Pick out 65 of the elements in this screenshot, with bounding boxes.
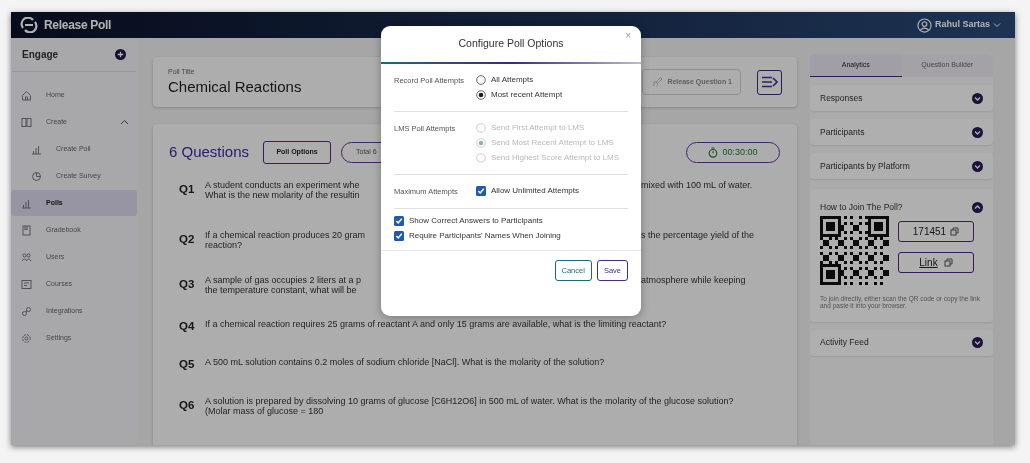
option-text: All Attempts — [491, 74, 534, 86]
section-title[interactable]: Responses — [820, 91, 863, 105]
question-text: A 500 mL solution contains 0.2 moles of sodium chloride [NaCl]. What is the molarity of the solution? — [205, 356, 606, 367]
question-number: Q5 — [179, 357, 196, 371]
app-name: Release Poll — [44, 17, 112, 34]
checkbox[interactable] — [394, 231, 404, 241]
chevron-down-icon — [993, 22, 1001, 28]
option-text: Send Most Recent Attempt to LMS — [491, 137, 614, 149]
home-icon — [21, 89, 32, 101]
section-title[interactable]: How to Join The Poll? — [820, 201, 903, 214]
question-number: Q1 — [179, 182, 196, 196]
sidebar-title: Engage — [22, 48, 59, 62]
option-text: Show Correct Answers to Participants — [409, 215, 543, 227]
question-text: If a chemical reaction requires 25 grams of reactant A and only 15 grams are available, what is the limiting reactant? — [205, 318, 668, 329]
question-text: A student conducts an experiment whe — [205, 180, 361, 190]
question-text: A solution is prepared by dissolving 10 grams of glucose [C6H12O6] in 500 mL of water. What is the molarity of the glucose solution? (Molar mass of glucose = 180 — [205, 396, 735, 416]
checkbox[interactable] — [476, 186, 486, 196]
bar-chart-icon — [31, 143, 42, 155]
option-text: Require Participants' Names When Joining — [409, 230, 561, 242]
qr-code — [820, 215, 889, 285]
link-button[interactable]: Link — [898, 251, 974, 273]
question-text: If a chemical reaction produces 20 gram — [205, 230, 367, 240]
copy-icon — [943, 257, 953, 267]
code-button[interactable]: 171451 — [898, 220, 974, 242]
question-text: mixed with 100 mL of water. — [641, 180, 753, 190]
question-number: Q2 — [179, 232, 196, 246]
question-text: s the percentage yield of the — [641, 230, 755, 240]
copy-icon — [950, 226, 960, 236]
option-text: Allow Unlimited Attempts — [491, 185, 580, 197]
question-text: What is the new molarity of the resultin — [205, 190, 361, 200]
section-title[interactable]: Activity Feed — [820, 336, 869, 350]
logo-icon — [19, 17, 39, 33]
add-icon[interactable] — [115, 49, 126, 60]
question-text: atmosphere while keeping — [641, 275, 746, 285]
users-icon — [21, 251, 32, 263]
poll-title: Chemical Reactions — [168, 77, 302, 98]
radio-button[interactable] — [476, 90, 486, 100]
pie-chart-icon — [31, 170, 42, 182]
book-icon — [21, 224, 32, 236]
section-title[interactable]: Participants — [820, 125, 865, 139]
questions-count: 6 Questions — [169, 142, 251, 163]
link-icon — [21, 305, 32, 317]
question-text: A sample of gas occupies 2 liters at a p — [205, 275, 363, 285]
user-menu[interactable]: Rahul Sartas — [916, 17, 1001, 33]
user-icon — [916, 17, 932, 33]
dialog-title: Configure Poll Options — [458, 36, 564, 52]
option-text: Most recent Attempt — [491, 89, 563, 101]
close-button[interactable]: × — [625, 31, 631, 41]
bar-chart-icon — [21, 197, 32, 209]
menu-arrow-icon — [761, 76, 778, 88]
question-text: the temperature constant, what will be — [205, 285, 358, 295]
checkbox[interactable] — [394, 216, 404, 226]
question-number: Q3 — [179, 277, 196, 291]
question-text: reaction? — [205, 240, 244, 250]
question-number: Q4 — [179, 319, 196, 333]
board-icon — [21, 278, 32, 290]
collapse-panel-button[interactable] — [757, 69, 782, 95]
section-title[interactable]: Participants by Platform — [820, 159, 910, 173]
radio-button[interactable] — [476, 75, 486, 85]
option-text: Send Highest Score Attempt to LMS — [491, 152, 620, 164]
rocket-icon — [651, 76, 664, 88]
question-number: Q6 — [179, 398, 196, 412]
stopwatch-icon — [708, 147, 719, 158]
settings-icon — [21, 332, 32, 344]
grid-icon — [21, 116, 32, 128]
